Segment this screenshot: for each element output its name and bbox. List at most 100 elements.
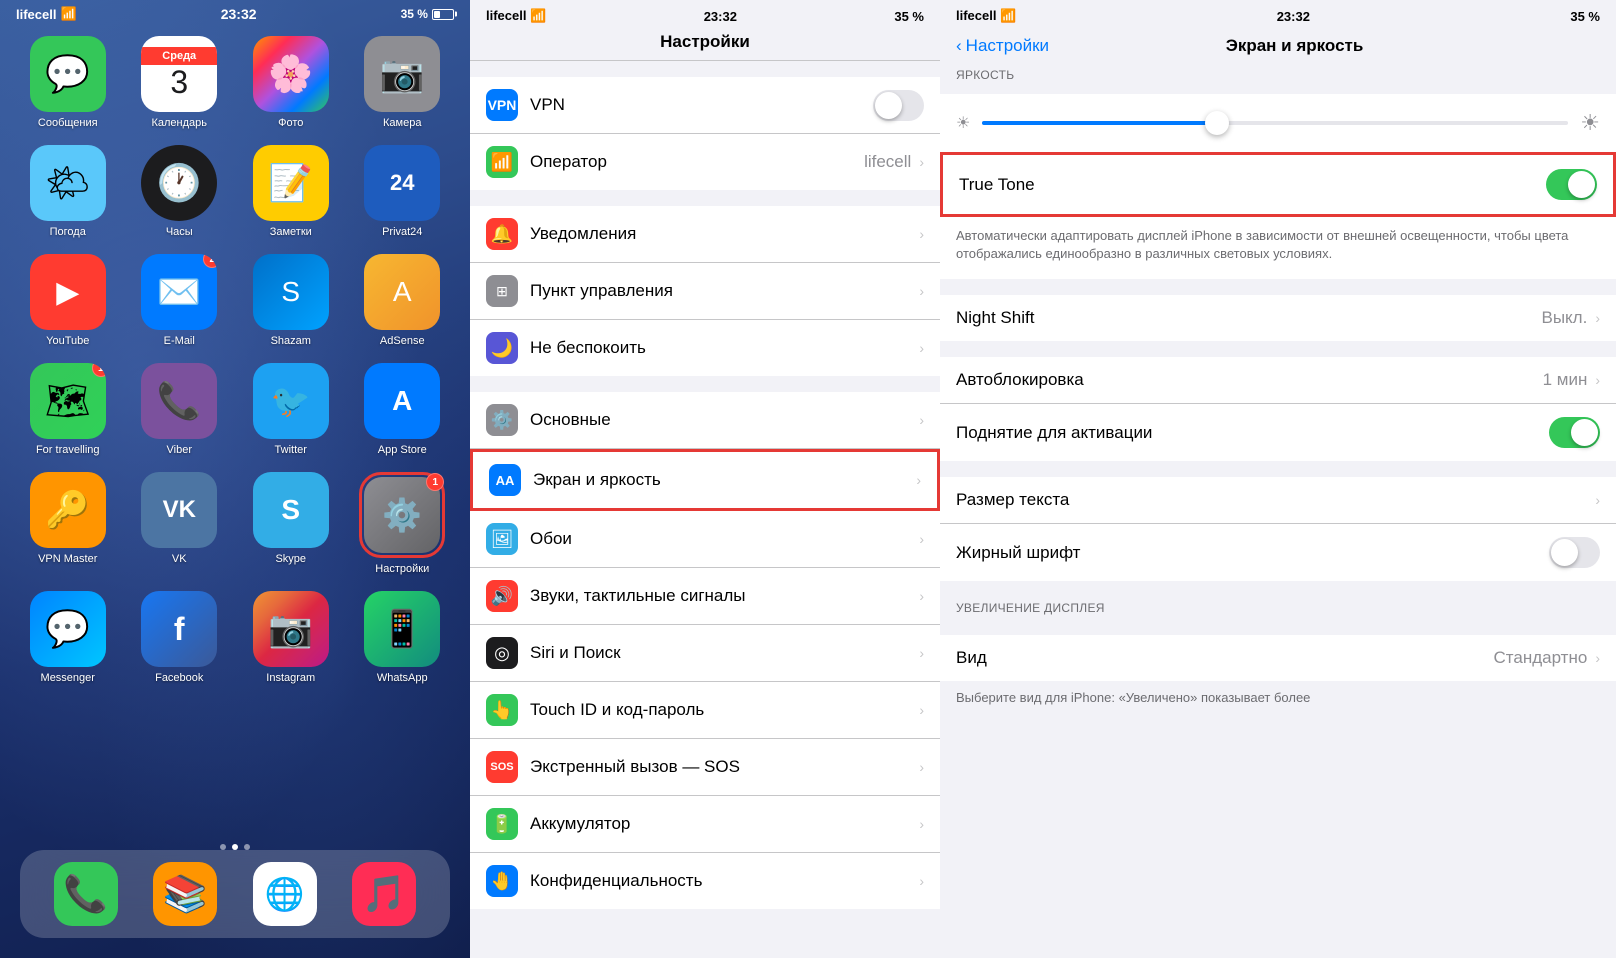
settings-section-main: ⚙️ Основные › AA Экран и яркость › 🖼 Обо… bbox=[470, 392, 940, 909]
settings-row-general[interactable]: ⚙️ Основные › bbox=[470, 392, 940, 449]
app-vpnmaster[interactable]: 🔑 VPN Master bbox=[20, 472, 116, 575]
chevron-icon: › bbox=[1595, 650, 1600, 666]
settings-row-night-shift[interactable]: Night Shift Выкл. › bbox=[940, 295, 1616, 341]
settings-row-control[interactable]: ⊞ Пункт управления › bbox=[470, 263, 940, 320]
settings-row-vpn[interactable]: VPN VPN bbox=[470, 77, 940, 134]
settings-row-privacy[interactable]: 🤚 Конфиденциальность › bbox=[470, 853, 940, 909]
app-privat24[interactable]: 24 Privat24 bbox=[355, 145, 451, 238]
chevron-icon: › bbox=[919, 340, 924, 356]
settings-row-sounds[interactable]: 🔊 Звуки, тактильные сигналы › bbox=[470, 568, 940, 625]
app-instagram[interactable]: 📷 Instagram bbox=[243, 591, 339, 684]
app-twitter[interactable]: 🐦 Twitter bbox=[243, 363, 339, 456]
chevron-icon: › bbox=[919, 702, 924, 718]
app-facebook[interactable]: f Facebook bbox=[132, 591, 228, 684]
settings-row-wallpaper[interactable]: 🖼 Обои › bbox=[470, 511, 940, 568]
settings-row-touchid[interactable]: 👆 Touch ID и код-пароль › bbox=[470, 682, 940, 739]
true-tone-row: True Tone bbox=[940, 152, 1616, 217]
settings-row-notifications[interactable]: 🔔 Уведомления › bbox=[470, 206, 940, 263]
chevron-icon: › bbox=[919, 226, 924, 242]
carrier-settings: lifecell 📶 bbox=[486, 8, 546, 24]
chevron-icon: › bbox=[919, 154, 924, 170]
chevron-icon: › bbox=[919, 531, 924, 547]
true-tone-description: Автоматически адаптировать дисплей iPhon… bbox=[940, 217, 1616, 279]
app-maps[interactable]: 🗺 1 For travelling bbox=[20, 363, 116, 456]
chevron-icon: › bbox=[919, 816, 924, 832]
raise-toggle[interactable] bbox=[1549, 417, 1600, 448]
status-bar-settings: lifecell 📶 23:32 35 % bbox=[470, 0, 940, 28]
settings-row-raise: Поднятие для активации bbox=[940, 404, 1616, 461]
dock-books[interactable]: 📚 bbox=[153, 862, 217, 926]
display-note: Выберите вид для iPhone: «Увеличено» пок… bbox=[940, 681, 1616, 715]
vpn-toggle[interactable] bbox=[873, 90, 924, 121]
battery-icon-home bbox=[432, 9, 454, 20]
chevron-left-icon: ‹ bbox=[956, 36, 962, 56]
app-vk[interactable]: VK VK bbox=[132, 472, 228, 575]
time-home: 23:32 bbox=[221, 6, 257, 22]
brightness-section-header: ЯРКОСТЬ bbox=[940, 64, 1616, 86]
app-messages[interactable]: 💬 Сообщения bbox=[20, 36, 116, 129]
app-camera[interactable]: 📷 Камера bbox=[355, 36, 451, 129]
app-clock[interactable]: 🕐 Часы bbox=[132, 145, 228, 238]
settings-row-sos[interactable]: SOS Экстренный вызов — SOS › bbox=[470, 739, 940, 796]
chevron-icon: › bbox=[919, 283, 924, 299]
app-notes[interactable]: 📝 Заметки bbox=[243, 145, 339, 238]
chevron-icon: › bbox=[919, 412, 924, 428]
brightness-nav: ‹ Настройки Экран и яркость bbox=[940, 28, 1616, 64]
app-weather[interactable]: 🌤 Погода bbox=[20, 145, 116, 238]
app-email[interactable]: ✉️ 2 E-Mail bbox=[132, 254, 228, 347]
chevron-icon: › bbox=[919, 588, 924, 604]
night-shift-section: Night Shift Выкл. › bbox=[940, 295, 1616, 341]
app-skype[interactable]: S Skype bbox=[243, 472, 339, 575]
settings-panel: lifecell 📶 23:32 35 % Настройки VPN VPN … bbox=[470, 0, 940, 958]
dock-phone[interactable]: 📞 bbox=[54, 862, 118, 926]
app-photos[interactable]: 🌸 Фото bbox=[243, 36, 339, 129]
brightness-slider[interactable] bbox=[982, 121, 1568, 125]
settings-row-dnd[interactable]: 🌙 Не беспокоить › bbox=[470, 320, 940, 376]
chevron-icon: › bbox=[919, 873, 924, 889]
battery-settings: 35 % bbox=[894, 9, 924, 24]
app-whatsapp[interactable]: 📱 WhatsApp bbox=[355, 591, 451, 684]
dock-chrome[interactable]: 🌐 bbox=[253, 862, 317, 926]
lock-section: Автоблокировка 1 мин › Поднятие для акти… bbox=[940, 357, 1616, 461]
chevron-icon: › bbox=[919, 645, 924, 661]
settings-section-notifications: 🔔 Уведомления › ⊞ Пункт управления › 🌙 Н… bbox=[470, 206, 940, 376]
sun-small-icon: ☀ bbox=[956, 113, 970, 133]
true-tone-section: True Tone Автоматически адаптировать дис… bbox=[940, 152, 1616, 279]
chevron-icon: › bbox=[919, 759, 924, 775]
app-messenger[interactable]: 💬 Messenger bbox=[20, 591, 116, 684]
settings-title: Настройки bbox=[486, 32, 924, 52]
app-viber[interactable]: 📞 Viber bbox=[132, 363, 228, 456]
back-button[interactable]: ‹ Настройки bbox=[956, 36, 1049, 56]
app-shazam[interactable]: S Shazam bbox=[243, 254, 339, 347]
chevron-icon: › bbox=[916, 472, 921, 488]
settings-row-autolock[interactable]: Автоблокировка 1 мин › bbox=[940, 357, 1616, 404]
brightness-title: Экран и яркость bbox=[1049, 36, 1540, 56]
wifi-icon-home: 📶 bbox=[60, 6, 76, 22]
home-screen: lifecell 📶 23:32 35 % 💬 Сообщения Среда … bbox=[0, 0, 470, 958]
dock: 📞 📚 🌐 🎵 bbox=[20, 850, 450, 938]
settings-row-screen[interactable]: AA Экран и яркость › bbox=[470, 449, 940, 511]
status-bar-home: lifecell 📶 23:32 35 % bbox=[0, 0, 470, 26]
app-calendar[interactable]: Среда 3 Календарь bbox=[132, 36, 228, 129]
settings-row-textsize[interactable]: Размер текста › bbox=[940, 477, 1616, 524]
status-bar-brightness: lifecell 📶 23:32 35 % bbox=[940, 0, 1616, 28]
true-tone-toggle[interactable] bbox=[1546, 169, 1597, 200]
app-grid: 💬 Сообщения Среда 3 Календарь 🌸 Фото 📷 К… bbox=[0, 26, 470, 694]
chevron-icon: › bbox=[1595, 372, 1600, 388]
app-adsense[interactable]: A AdSense bbox=[355, 254, 451, 347]
settings-row-operator[interactable]: 📶 Оператор lifecell › bbox=[470, 134, 940, 190]
chevron-icon: › bbox=[1595, 310, 1600, 326]
settings-row-view[interactable]: Вид Стандартно › bbox=[940, 635, 1616, 681]
app-youtube[interactable]: ▶ YouTube bbox=[20, 254, 116, 347]
settings-section-top: VPN VPN 📶 Оператор lifecell › bbox=[470, 77, 940, 190]
bold-toggle[interactable] bbox=[1549, 537, 1600, 568]
brightness-content: ЯРКОСТЬ ☀ ☀ True Tone Автоматически адап… bbox=[940, 64, 1616, 958]
app-appstore[interactable]: A App Store bbox=[355, 363, 451, 456]
settings-row-siri[interactable]: ◎ Siri и Поиск › bbox=[470, 625, 940, 682]
settings-row-battery[interactable]: 🔋 Аккумулятор › bbox=[470, 796, 940, 853]
time-settings: 23:32 bbox=[704, 9, 737, 24]
brightness-panel: lifecell 📶 23:32 35 % ‹ Настройки Экран … bbox=[940, 0, 1616, 958]
dock-music[interactable]: 🎵 bbox=[352, 862, 416, 926]
chevron-icon: › bbox=[1595, 492, 1600, 508]
app-settings[interactable]: ⚙️ 1 Настройки bbox=[355, 472, 451, 575]
